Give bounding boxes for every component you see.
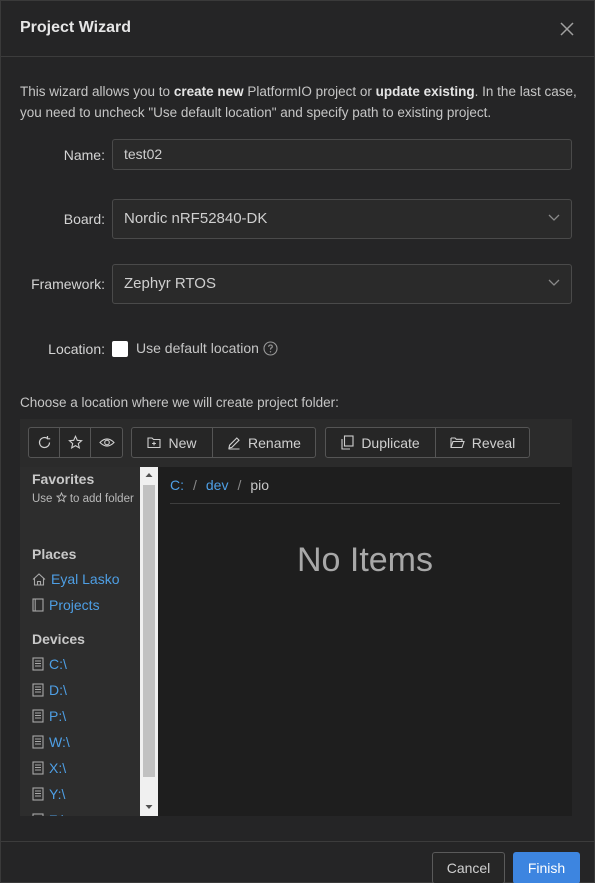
board-select[interactable]: Nordic nRF52840-DK: [112, 199, 572, 239]
file-browser: New Rename Duplicate Reveal Favorites Us…: [20, 419, 572, 816]
breadcrumb-current: pio: [250, 477, 270, 493]
device-label: Y:\: [49, 786, 66, 802]
show-hidden-button[interactable]: [91, 428, 122, 457]
rename-button[interactable]: Rename: [213, 428, 315, 457]
framework-label: Framework:: [31, 276, 105, 292]
use-default-location-checkbox[interactable]: [112, 341, 128, 357]
drive-icon: [32, 787, 44, 801]
choose-location-text: Choose a location where we will create p…: [20, 395, 339, 410]
favorites-title: Favorites: [32, 471, 95, 487]
device-label: Z:\: [49, 812, 65, 816]
eye-icon: [98, 438, 115, 447]
new-folder-button[interactable]: New: [132, 428, 213, 457]
star-icon: [67, 435, 83, 450]
new-folder-icon: [147, 437, 162, 449]
bookmark-icon: [32, 598, 44, 612]
breadcrumb-item-dev[interactable]: dev: [206, 477, 229, 493]
project-wizard-dialog: Project Wizard This wizard allows you to…: [0, 0, 595, 883]
sidebar-scrollbar[interactable]: [140, 467, 158, 816]
drive-icon: [32, 813, 44, 816]
scroll-down-icon[interactable]: [144, 803, 154, 811]
device-label: D:\: [49, 682, 67, 698]
copy-icon: [341, 435, 354, 450]
refresh-icon: [38, 436, 50, 449]
devices-title: Devices: [32, 631, 85, 647]
device-item[interactable]: P:\: [32, 707, 66, 725]
help-circle-icon[interactable]: [263, 341, 278, 356]
toolbar-edit-group: New Rename: [131, 427, 316, 458]
board-label: Board:: [63, 211, 105, 227]
device-label: W:\: [49, 734, 70, 750]
edit-pencil-icon: [228, 436, 240, 449]
breadcrumb-item-c[interactable]: C:: [170, 477, 184, 493]
finish-button[interactable]: Finish: [513, 852, 580, 883]
empty-state-text: No Items: [296, 541, 434, 579]
device-item[interactable]: C:\: [32, 655, 67, 673]
breadcrumb-separator: /: [237, 477, 242, 493]
location-label: Location:: [48, 341, 105, 357]
drive-icon: [32, 683, 44, 697]
favorites-note: Use to add folder: [32, 491, 134, 505]
places-item-home[interactable]: Eyal Lasko: [32, 570, 119, 588]
framework-select-value: Zephyr RTOS: [124, 275, 216, 292]
name-input[interactable]: test02: [112, 139, 572, 170]
board-select-value: Nordic nRF52840-DK: [124, 210, 268, 227]
duplicate-button[interactable]: Duplicate: [326, 428, 436, 457]
toolbar-file-group: Duplicate Reveal: [325, 427, 530, 458]
places-item-projects[interactable]: Projects: [32, 596, 100, 614]
wizard-intro: This wizard allows you to create new Pla…: [20, 81, 580, 123]
framework-select[interactable]: Zephyr RTOS: [112, 264, 572, 304]
home-icon: [32, 572, 46, 586]
chevron-down-icon: [548, 279, 560, 286]
footer-divider: [1, 841, 595, 842]
intro-text-1: This wizard allows you to: [20, 84, 174, 99]
drive-icon: [32, 761, 44, 775]
device-label: C:\: [49, 656, 67, 672]
device-label: X:\: [49, 760, 67, 776]
breadcrumb-separator: /: [193, 477, 197, 493]
browser-main: C: / dev / pio No Items: [158, 467, 572, 816]
reveal-button[interactable]: Reveal: [436, 428, 529, 457]
star-icon: [55, 491, 67, 503]
device-item[interactable]: Z:\: [32, 811, 65, 816]
folder-open-icon: [450, 437, 465, 449]
browser-toolbar: New Rename Duplicate Reveal: [20, 419, 572, 467]
places-title: Places: [32, 546, 77, 562]
drive-icon: [32, 709, 44, 723]
scroll-up-icon[interactable]: [144, 471, 154, 479]
drive-icon: [32, 657, 44, 671]
refresh-button[interactable]: [29, 428, 60, 457]
device-label: P:\: [49, 708, 67, 724]
name-label: Name:: [63, 147, 105, 163]
breadcrumb-divider: [170, 503, 560, 504]
browser-sidebar: Favorites Use to add folder Places Eyal …: [20, 467, 158, 816]
intro-text-2: PlatformIO project or: [243, 84, 376, 99]
breadcrumb: C: / dev / pio: [170, 477, 269, 493]
use-default-location-label[interactable]: Use default location: [136, 340, 259, 356]
favorite-button[interactable]: [60, 428, 91, 457]
chevron-down-icon: [548, 214, 560, 221]
dialog-title: Project Wizard: [20, 19, 131, 36]
close-icon[interactable]: [557, 19, 577, 39]
intro-bold-create: create new: [173, 84, 244, 99]
drive-icon: [32, 735, 44, 749]
toolbar-view-group: [28, 427, 123, 458]
device-item[interactable]: Y:\: [32, 785, 65, 803]
scrollbar-thumb[interactable]: [143, 485, 155, 777]
dialog-header: Project Wizard: [1, 1, 595, 57]
cancel-button[interactable]: Cancel: [432, 852, 505, 883]
intro-bold-update: update existing: [375, 84, 475, 99]
device-item[interactable]: D:\: [32, 681, 67, 699]
device-item[interactable]: X:\: [32, 759, 66, 777]
device-item[interactable]: W:\: [32, 733, 70, 751]
